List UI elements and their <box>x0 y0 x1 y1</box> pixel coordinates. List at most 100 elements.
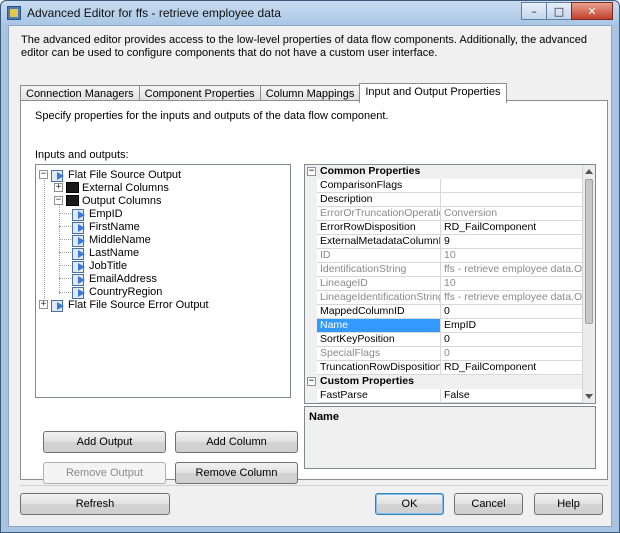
tree-node-lastname[interactable]: LastName <box>72 246 140 260</box>
tree-line <box>59 201 60 294</box>
property-value[interactable]: EmpID <box>441 319 583 333</box>
remove-output-button[interactable]: Remove Output <box>43 462 166 484</box>
tab-strip: Connection Managers Component Properties… <box>20 83 507 103</box>
category-custom-properties[interactable]: − Custom Properties <box>305 375 583 389</box>
ok-button[interactable]: OK <box>375 493 444 515</box>
folder-icon <box>66 195 79 206</box>
remove-column-button[interactable]: Remove Column <box>175 462 298 484</box>
property-row[interactable]: LineageID 10 <box>305 277 583 291</box>
collapse-icon[interactable]: − <box>54 196 63 205</box>
property-name: FastParse <box>317 389 441 403</box>
property-grid-scrollbar[interactable] <box>582 165 595 403</box>
property-name: LineageID <box>317 277 441 291</box>
inputs-outputs-label: Inputs and outputs: <box>35 149 129 161</box>
tree-node-jobtitle[interactable]: JobTitle <box>72 259 128 273</box>
property-value[interactable]: 0 <box>441 305 583 319</box>
tree-line <box>59 292 71 293</box>
category-label: Custom Properties <box>320 375 414 387</box>
category-common-properties[interactable]: − Common Properties <box>305 165 583 179</box>
tree-node-flat-file-source-output[interactable]: − Flat File Source Output <box>39 168 181 182</box>
property-value[interactable]: False <box>441 389 583 403</box>
property-value: ffs - retrieve employee data.Output <box>441 291 583 305</box>
property-description-pane: Name <box>304 406 596 469</box>
tree-node-external-columns[interactable]: + External Columns <box>54 181 169 194</box>
inputs-outputs-tree[interactable]: − Flat File Source Output + External Col… <box>35 164 291 398</box>
advanced-editor-window: Advanced Editor for ffs - retrieve emplo… <box>0 0 620 533</box>
property-row[interactable]: LineageIdentificationString ffs - retrie… <box>305 291 583 305</box>
add-output-button[interactable]: Add Output <box>43 431 166 453</box>
property-value[interactable]: RD_FailComponent <box>441 361 583 375</box>
minimize-button[interactable]: – <box>521 2 547 20</box>
property-row[interactable]: IdentificationString ffs - retrieve empl… <box>305 263 583 277</box>
property-row[interactable]: Description <box>305 193 583 207</box>
property-row[interactable]: ID 10 <box>305 249 583 263</box>
tree-node-countryregion[interactable]: CountryRegion <box>72 285 163 299</box>
property-row[interactable]: ExternalMetadataColumnID 9 <box>305 235 583 249</box>
maximize-button[interactable]: □ <box>546 2 572 20</box>
dialog-client: The advanced editor provides access to t… <box>8 25 612 527</box>
column-icon <box>72 234 86 247</box>
property-value[interactable]: RD_FailComponent <box>441 221 583 235</box>
tab-input-output-properties[interactable]: Input and Output Properties <box>359 83 507 103</box>
property-row-selected[interactable]: Name EmpID <box>305 319 583 333</box>
property-value: 0 <box>441 347 583 361</box>
category-label: Common Properties <box>320 165 421 177</box>
tree-line <box>59 252 71 253</box>
scroll-up-icon[interactable] <box>585 169 593 174</box>
column-icon <box>72 273 86 286</box>
close-button[interactable]: ✕ <box>571 2 613 20</box>
window-title: Advanced Editor for ffs - retrieve emplo… <box>27 6 281 20</box>
title-bar[interactable]: Advanced Editor for ffs - retrieve emplo… <box>1 1 619 25</box>
tree-line <box>59 213 71 214</box>
tree-node-firstname[interactable]: FirstName <box>72 220 140 234</box>
tree-line <box>59 265 71 266</box>
tree-node-label: FirstName <box>89 220 140 233</box>
property-value[interactable]: 0 <box>441 333 583 347</box>
property-row[interactable]: TruncationRowDisposition RD_FailComponen… <box>305 361 583 375</box>
property-value[interactable]: 9 <box>441 235 583 249</box>
tree-node-error-output[interactable]: + Flat File Source Error Output <box>39 298 209 312</box>
property-row[interactable]: ComparisonFlags <box>305 179 583 193</box>
property-value[interactable] <box>441 193 583 207</box>
tree-node-middlename[interactable]: MiddleName <box>72 233 151 247</box>
property-value: ffs - retrieve employee data.Output <box>441 263 583 277</box>
cancel-button[interactable]: Cancel <box>454 493 523 515</box>
tree-node-empid[interactable]: EmpID <box>72 207 123 221</box>
collapse-icon[interactable]: − <box>307 167 316 176</box>
tree-node-label: EmpID <box>89 207 123 220</box>
property-grid[interactable]: − Common Properties ComparisonFlags Desc… <box>304 164 596 404</box>
property-name: SortKeyPosition <box>317 333 441 347</box>
property-name: ErrorOrTruncationOperation <box>317 207 441 221</box>
tree-node-label: CountryRegion <box>89 285 163 298</box>
property-row[interactable]: ErrorRowDisposition RD_FailComponent <box>305 221 583 235</box>
dialog-description: The advanced editor provides access to t… <box>21 34 588 59</box>
collapse-icon[interactable]: − <box>39 170 48 179</box>
property-row[interactable]: SpecialFlags 0 <box>305 347 583 361</box>
tree-node-label: LastName <box>89 246 140 259</box>
page-subtitle: Specify properties for the inputs and ou… <box>35 110 389 122</box>
property-row[interactable]: SortKeyPosition 0 <box>305 333 583 347</box>
property-value[interactable] <box>441 179 583 193</box>
collapse-icon[interactable]: − <box>307 377 316 386</box>
property-name: MappedColumnID <box>317 305 441 319</box>
separator <box>20 485 608 486</box>
property-row[interactable]: MappedColumnID 0 <box>305 305 583 319</box>
column-icon <box>72 286 86 299</box>
property-row[interactable]: ErrorOrTruncationOperation Conversion <box>305 207 583 221</box>
expand-icon[interactable]: + <box>39 300 48 309</box>
tree-node-label: JobTitle <box>89 259 128 272</box>
property-row[interactable]: FastParse False <box>305 389 583 403</box>
tree-node-emailaddress[interactable]: EmailAddress <box>72 272 157 286</box>
property-value: Conversion <box>441 207 583 221</box>
property-name: Name <box>317 319 441 333</box>
tree-node-label: Output Columns <box>82 194 162 207</box>
refresh-button[interactable]: Refresh <box>20 493 170 515</box>
tree-line <box>59 226 71 227</box>
property-name: ID <box>317 249 441 263</box>
tree-node-output-columns[interactable]: − Output Columns <box>54 194 161 207</box>
scroll-thumb[interactable] <box>585 179 593 324</box>
scroll-down-icon[interactable] <box>585 394 593 399</box>
add-column-button[interactable]: Add Column <box>175 431 298 453</box>
expand-icon[interactable]: + <box>54 183 63 192</box>
help-button[interactable]: Help <box>534 493 603 515</box>
